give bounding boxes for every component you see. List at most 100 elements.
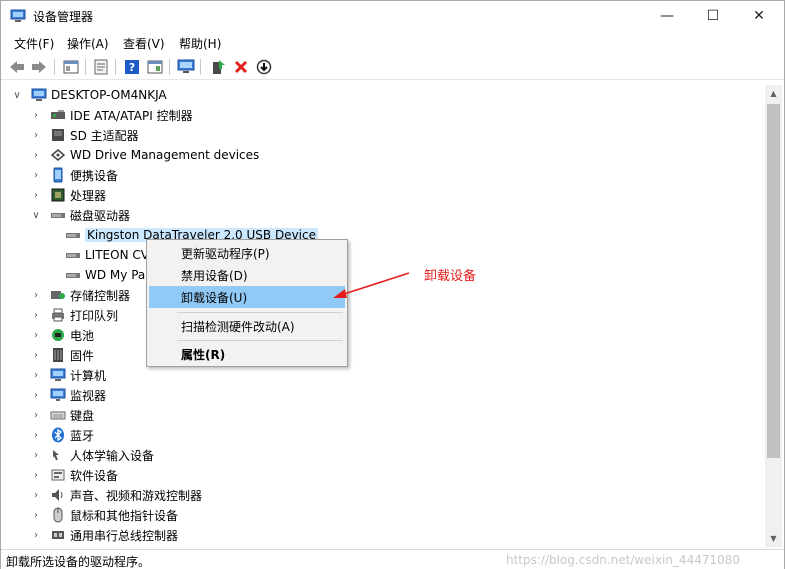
status-text: 卸载所选设备的驱动程序。 (6, 555, 151, 569)
chevron-right-icon[interactable]: › (30, 169, 42, 181)
ide-controller-icon (51, 110, 65, 119)
device-tree: ∨ DESKTOP-OM4NKJA › IDE ATA/ATAPI 控制器 › … (1, 85, 765, 547)
chevron-down-icon[interactable]: ∨ (30, 209, 42, 221)
scroll-thumb[interactable] (767, 104, 780, 458)
chevron-right-icon[interactable]: › (30, 469, 42, 481)
hid-icon (53, 450, 59, 460)
ctx-disable-device[interactable]: 禁用设备(D) (149, 264, 345, 286)
toolbar-separator (200, 59, 201, 75)
tree-category[interactable]: › 固件 (30, 345, 94, 365)
chevron-right-icon[interactable]: › (30, 489, 42, 501)
menu-action[interactable]: 操作(A) (67, 35, 109, 52)
chevron-right-icon[interactable]: › (30, 409, 42, 421)
chevron-right-icon[interactable]: › (30, 429, 42, 441)
processor-icon (51, 188, 65, 202)
tree-category-label: 通用串行总线控制器 (70, 528, 179, 543)
menu-help[interactable]: 帮助(H) (179, 35, 221, 52)
tree-category[interactable]: › IDE ATA/ATAPI 控制器 (30, 105, 193, 125)
window-title: 设备管理器 (33, 10, 94, 24)
chevron-right-icon[interactable]: › (30, 449, 42, 461)
chevron-right-icon[interactable]: › (30, 329, 42, 341)
tree-category[interactable]: › 便携设备 (30, 165, 118, 185)
tree-category[interactable]: › 声音、视频和游戏控制器 (30, 485, 202, 505)
close-button[interactable]: ✕ (736, 1, 782, 31)
tree-category[interactable]: › 监视器 (30, 385, 106, 405)
firmware-icon (53, 348, 63, 362)
bluetooth-icon (52, 427, 64, 443)
speaker-icon (52, 489, 63, 501)
chevron-right-icon[interactable]: › (30, 289, 42, 301)
download-button[interactable] (254, 57, 274, 77)
close-icon: ✕ (753, 8, 765, 24)
uninstall-button[interactable] (231, 57, 251, 77)
tree-category[interactable]: › 处理器 (30, 185, 106, 205)
toolbar-separator (54, 59, 55, 75)
printer-icon (52, 308, 64, 322)
tree-category-label: 声音、视频和游戏控制器 (70, 488, 203, 503)
toolbar-separator (169, 59, 170, 75)
scroll-up-icon[interactable]: ▲ (765, 85, 782, 102)
ctx-properties[interactable]: 属性(R) (149, 343, 345, 365)
show-hide-tree-button[interactable] (61, 57, 81, 77)
menu-file[interactable]: 文件(F) (14, 35, 54, 52)
tree-category-label: 电池 (70, 328, 95, 343)
tree-category[interactable]: › 打印队列 (30, 305, 118, 325)
help-button[interactable]: ? (122, 57, 142, 77)
minimize-icon: — (660, 8, 674, 24)
ctx-update-driver[interactable]: 更新驱动程序(P) (149, 242, 345, 264)
tree-category-label: SD 主适配器 (70, 128, 139, 143)
battery-icon (52, 329, 64, 341)
tree-category[interactable]: › 蓝牙 (30, 425, 94, 445)
chevron-right-icon[interactable]: › (30, 509, 42, 521)
tree-root[interactable]: ∨ DESKTOP-OM4NKJA (11, 85, 166, 105)
tree-category[interactable]: › 键盘 (30, 405, 94, 425)
tree-category-label: 人体学输入设备 (70, 448, 155, 463)
software-device-icon (51, 469, 65, 481)
uninstall-icon (234, 60, 248, 74)
ctx-scan-hardware[interactable]: 扫描检测硬件改动(A) (149, 315, 345, 337)
tree-category[interactable]: › 软件设备 (30, 465, 118, 485)
svg-text:?: ? (129, 61, 135, 74)
chevron-down-icon[interactable]: ∨ (11, 89, 23, 101)
tree-category[interactable]: ∨ 磁盘驱动器 (30, 205, 130, 225)
chevron-right-icon[interactable]: › (30, 389, 42, 401)
tree-category[interactable]: › 鼠标和其他指针设备 (30, 505, 178, 525)
chevron-right-icon[interactable]: › (30, 369, 42, 381)
chevron-right-icon[interactable]: › (30, 129, 42, 141)
chevron-right-icon[interactable]: › (30, 349, 42, 361)
usb-controller-icon (52, 531, 64, 539)
menu-view[interactable]: 查看(V) (123, 35, 165, 52)
vertical-scrollbar[interactable]: ▲ ▼ (765, 85, 782, 547)
tree-category[interactable]: › WD Drive Management devices (30, 145, 259, 165)
chevron-right-icon[interactable]: › (30, 149, 42, 161)
action-pane-button[interactable] (145, 57, 165, 77)
tree-category[interactable]: › 存储控制器 (30, 285, 130, 305)
tree-device-liteon[interactable]: LITEON CV (65, 245, 149, 265)
tree-category-label: 软件设备 (70, 468, 119, 483)
chevron-right-icon[interactable]: › (30, 189, 42, 201)
tree-category[interactable]: › SD 主适配器 (30, 125, 139, 145)
tree-category[interactable]: › 电池 (30, 325, 94, 345)
computer-monitor-button[interactable] (176, 57, 196, 77)
properties-button[interactable] (91, 57, 111, 77)
download-icon (256, 59, 272, 75)
maximize-button[interactable]: ☐ (690, 1, 736, 31)
chevron-right-icon[interactable]: › (30, 309, 42, 321)
tree-category-label: WD Drive Management devices (70, 148, 260, 162)
scroll-down-icon[interactable]: ▼ (765, 530, 782, 547)
forward-button[interactable] (29, 57, 49, 77)
minimize-button[interactable]: — (644, 1, 690, 31)
tree-category[interactable]: › 通用串行总线控制器 (30, 525, 178, 545)
tree-category[interactable]: › 计算机 (30, 365, 106, 385)
back-button[interactable] (7, 57, 27, 77)
chevron-right-icon[interactable]: › (30, 529, 42, 541)
disk-drive-icon (66, 253, 80, 258)
ctx-uninstall-device[interactable]: 卸载设备(U) (149, 286, 345, 308)
toolbar-separator (115, 59, 116, 75)
update-driver-button[interactable] (208, 57, 228, 77)
chevron-right-icon[interactable]: › (30, 109, 42, 121)
tree-device-wd[interactable]: WD My Pa (65, 265, 145, 285)
disk-drive-icon (66, 233, 80, 238)
tree-category[interactable]: › 人体学输入设备 (30, 445, 154, 465)
sd-host-icon (52, 129, 64, 141)
